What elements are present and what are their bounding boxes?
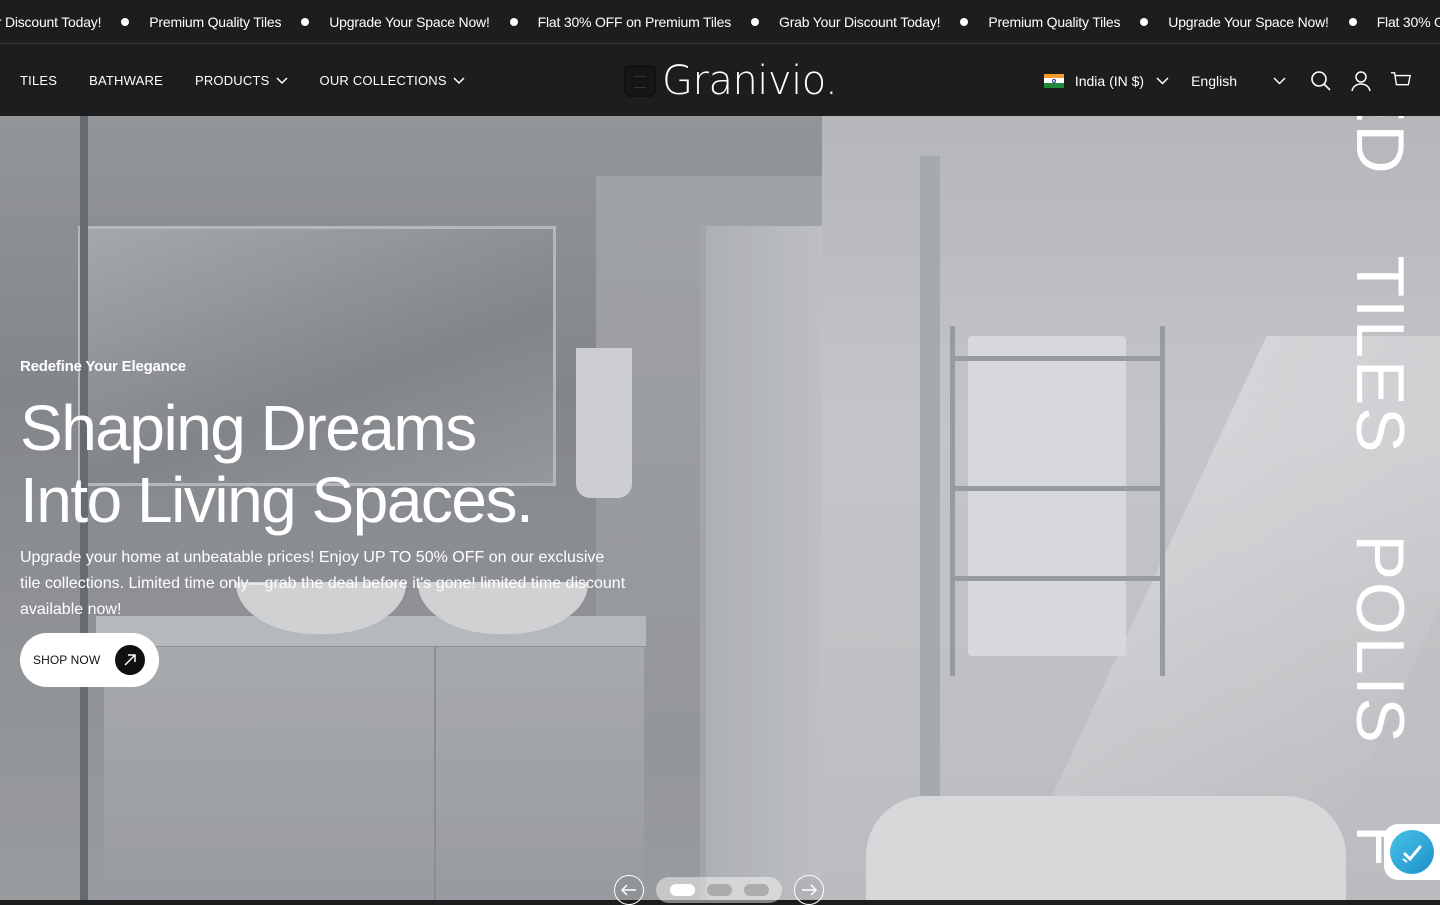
- announcement-text: Premium Quality Tiles: [988, 14, 1121, 30]
- announcement-item: Grab Your Discount Today!: [0, 14, 149, 30]
- chevron-down-icon: [453, 76, 465, 84]
- hero-title-line: Into Living Spaces.: [20, 464, 534, 536]
- announcement-item: Premium Quality Tiles: [149, 14, 329, 30]
- search-icon[interactable]: [1310, 70, 1332, 92]
- shop-now-button[interactable]: SHOP NOW: [20, 633, 159, 687]
- nav-item-bathware[interactable]: BATHWARE: [89, 73, 163, 88]
- arrow-left-icon: [621, 884, 636, 896]
- hero-banner: Redefine Your Elegance Shaping Dreams In…: [0, 116, 1440, 900]
- announcement-text: Upgrade Your Space Now!: [1168, 14, 1329, 30]
- slider-dots: [656, 877, 782, 903]
- language-selector[interactable]: English: [1191, 73, 1286, 89]
- announcement-dot: [121, 18, 130, 26]
- site-logo[interactable]: Granivio.: [624, 58, 838, 104]
- chat-widget-button[interactable]: [1384, 824, 1440, 880]
- announcement-dot: [960, 18, 969, 26]
- announcement-dot: [301, 18, 310, 26]
- arrow-right-icon: [802, 884, 817, 896]
- announcement-dot: [1348, 18, 1357, 26]
- announcement-dot: [1140, 18, 1149, 26]
- announcement-item: Upgrade Your Space Now!: [1168, 14, 1376, 30]
- nav-item-label: PRODUCTS: [194, 73, 270, 88]
- slider-next-button[interactable]: [794, 875, 824, 905]
- main-nav: TILES BATHWARE PRODUCTS OUR COLLECTIONS: [20, 45, 497, 116]
- account-icon[interactable]: [1350, 70, 1372, 92]
- nav-item-label: OUR COLLECTIONS: [319, 73, 447, 88]
- language-label: English: [1191, 72, 1237, 89]
- chevron-down-icon: [1156, 76, 1169, 85]
- slider-dot[interactable]: [743, 884, 769, 896]
- announcement-item: Grab Your Discount Today!: [779, 14, 988, 30]
- hero-description: Upgrade your home at unbeatable prices! …: [20, 549, 626, 618]
- nav-item-label: BATHWARE: [89, 73, 163, 88]
- vertical-word: HED: [1356, 116, 1412, 176]
- announcement-dot: [751, 18, 760, 26]
- nav-item-products[interactable]: PRODUCTS: [195, 73, 288, 88]
- nav-item-label: TILES: [20, 73, 58, 88]
- announcement-dot: [509, 18, 518, 26]
- announcement-track: Grab Your Discount Today! Premium Quality…: [0, 0, 1440, 43]
- announcement-bar: Grab Your Discount Today! Premium Quality…: [0, 0, 1440, 44]
- announcement-text: Flat 30% OFF on Premium Tiles: [537, 14, 732, 30]
- announcement-item: Premium Quality Tiles: [988, 14, 1168, 30]
- announcement-text: Upgrade Your Space Now!: [329, 14, 490, 30]
- announcement-item: Flat 30% OFF on Premium Tiles: [538, 14, 779, 30]
- announcement-text: Premium Quality Tiles: [149, 14, 282, 30]
- shop-now-label: SHOP NOW: [33, 653, 101, 667]
- chevron-down-icon: [1273, 76, 1286, 85]
- country-selector[interactable]: India (IN $): [1043, 72, 1169, 89]
- vertical-word: POLIS: [1356, 534, 1412, 745]
- nav-item-our-collections[interactable]: OUR COLLECTIONS: [320, 73, 465, 88]
- slider-dot[interactable]: [706, 884, 732, 896]
- hero-title-line: Shaping Dreams: [20, 392, 477, 464]
- vertical-marquee-track: HED TILES POLIS F: [1356, 116, 1412, 868]
- nav-item-tiles[interactable]: TILES: [20, 73, 57, 88]
- header-tools: India (IN $) English: [1043, 45, 1412, 116]
- slider-prev-button[interactable]: [614, 875, 644, 905]
- announcement-text: Grab Your Discount Today!: [779, 14, 941, 30]
- announcement-text: Grab Your Discount Today!: [0, 14, 102, 30]
- india-flag-icon: [1043, 73, 1064, 88]
- hero-title: Shaping Dreams Into Living Spaces.: [20, 392, 720, 536]
- announcement-item: Flat 30% OFF on Premium Tiles: [1377, 14, 1440, 30]
- slider-dot[interactable]: [669, 884, 695, 896]
- announcement-text: Flat 30% OFF on Premium Tiles: [1376, 14, 1440, 30]
- vertical-word: TILES: [1356, 255, 1412, 455]
- cart-icon[interactable]: [1390, 70, 1412, 92]
- arrow-up-right-icon: [115, 645, 145, 675]
- hero-kicker: Redefine Your Elegance: [20, 358, 186, 375]
- site-header: TILES BATHWARE PRODUCTS OUR COLLECTIONS …: [0, 45, 1440, 116]
- vertical-marquee: HED TILES POLIS F: [1356, 116, 1412, 900]
- chevron-down-icon: [275, 76, 288, 84]
- hand-icon: [1390, 830, 1434, 874]
- country-label: India (IN $): [1074, 72, 1145, 89]
- menu-square-icon: [624, 65, 656, 97]
- announcement-item: Upgrade Your Space Now!: [329, 14, 537, 30]
- logo-text: Granivio.: [662, 58, 838, 104]
